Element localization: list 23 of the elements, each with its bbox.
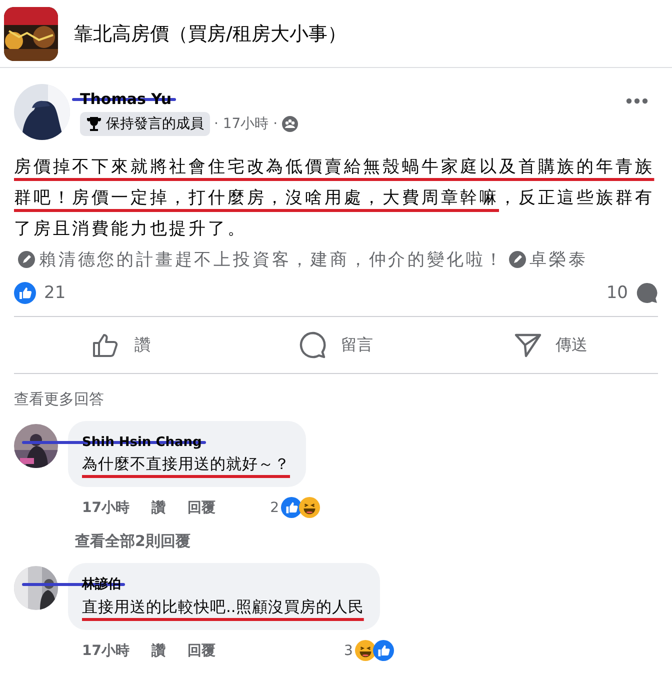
post-time[interactable]: · 17小時 ·	[214, 114, 278, 132]
mention-link[interactable]: 卓榮泰	[504, 250, 588, 270]
comment-count[interactable]: 10	[606, 283, 628, 303]
member-badge: 保持發言的成員	[80, 112, 210, 136]
like-link[interactable]: 讚	[151, 498, 166, 516]
reaction-count[interactable]: 2	[270, 500, 279, 516]
like-link[interactable]: 讚	[151, 642, 166, 660]
comment-time[interactable]: 17小時	[82, 642, 130, 660]
comment-text: 為什麼不直接用送的就好～？	[82, 454, 290, 475]
mention-link[interactable]: 賴清德您的計畫趕不上投資客，建商，仲介的變化啦！	[14, 250, 505, 270]
post-text: 房價掉不下來就將社會住宅改為低價賣給無殼蝸牛家庭以及首購族的年青族群吧！房價一定掉，打什麼房，沒啥用處，大費周章幹嘛，反正這些族群有了房且消費能力也提升了。 賴清德您的計畫趕不上投資客，建商，仲介的變化啦！ 卓榮泰	[14, 156, 656, 272]
like-button[interactable]: 讚	[14, 317, 229, 373]
like-count[interactable]: 21	[44, 283, 66, 303]
comment-button[interactable]: 留言	[228, 317, 444, 373]
reply-link[interactable]: 回覆	[187, 642, 216, 660]
comment-time[interactable]: 17小時	[82, 498, 130, 516]
view-replies-link[interactable]: 查看全部2則回覆	[75, 532, 190, 551]
share-button[interactable]: 傳送	[443, 317, 658, 373]
view-more-replies-link[interactable]: 查看更多回答	[14, 390, 104, 409]
comment-text: 直接用送的比較快吧..照顧沒買房的人民	[82, 597, 364, 618]
reply-link[interactable]: 回覆	[187, 498, 216, 516]
reaction-count[interactable]: 3	[344, 642, 353, 658]
group-title[interactable]: 靠北高房價（買房/租房大小事）	[74, 20, 346, 46]
